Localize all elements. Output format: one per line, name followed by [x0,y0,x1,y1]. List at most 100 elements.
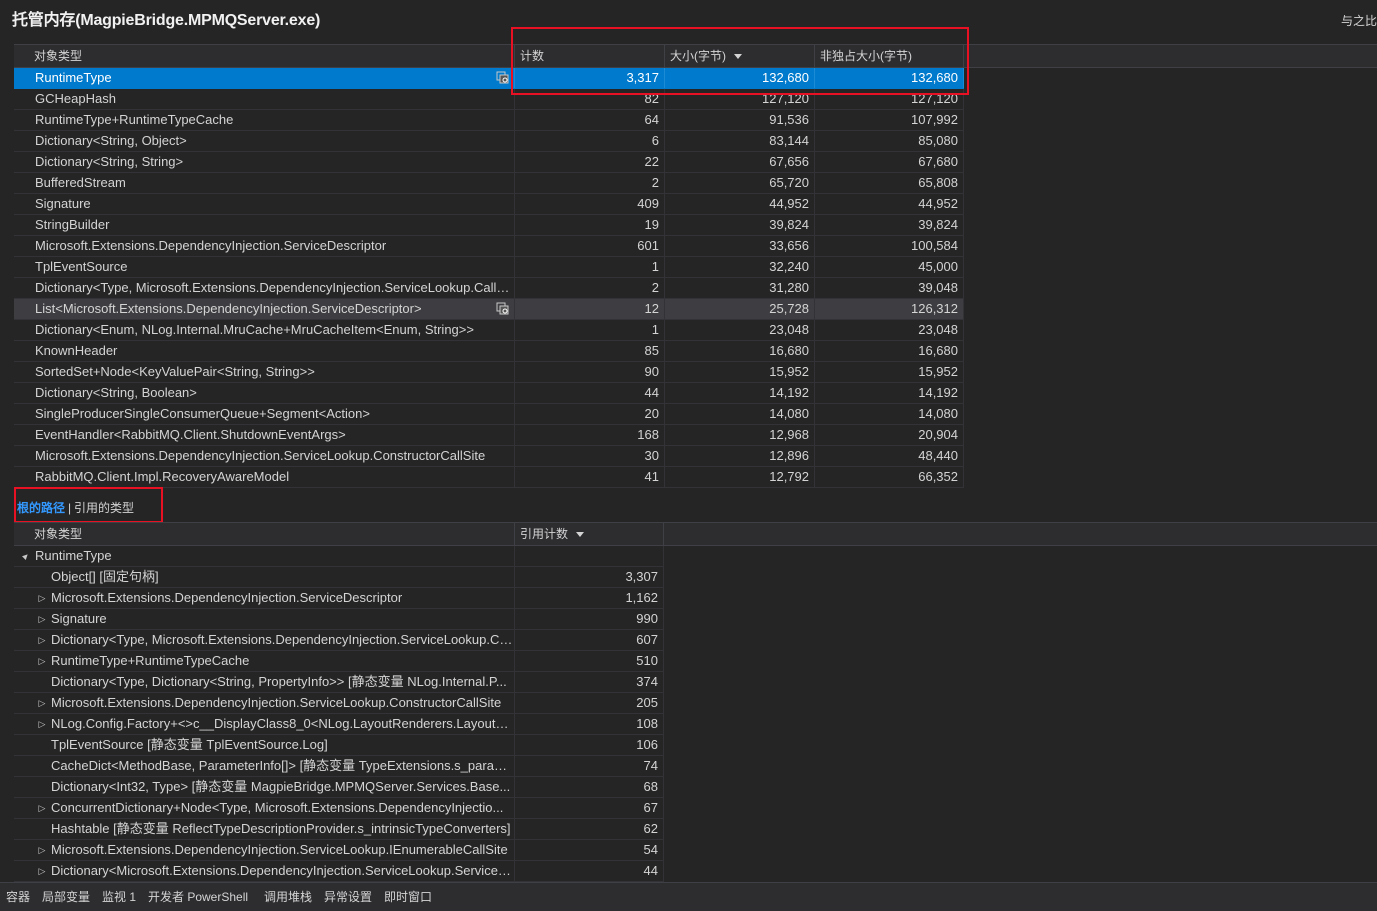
tree-row[interactable]: Hashtable [静态变量 ReflectTypeDescriptionPr… [14,819,664,840]
inclusive-size-value: 65,808 [814,173,964,193]
table-row[interactable]: BufferedStream 2 65,720 65,808 [14,173,964,194]
size-value: 44,952 [664,194,814,214]
inclusive-size-value: 132,680 [814,68,964,88]
count-value: 64 [514,110,664,130]
count-value: 2 [514,173,664,193]
table-row[interactable]: List<Microsoft.Extensions.DependencyInje… [14,299,964,320]
reference-count-value: 3,307 [514,567,664,587]
tree-row[interactable]: ▷ Microsoft.Extensions.DependencyInjectio… [14,588,664,609]
tree-row[interactable]: ▷ Dictionary<Type, Microsoft.Extensions.D… [14,630,664,651]
tree-row[interactable]: ▷ NLog.Config.Factory+<>c__DisplayClass8_… [14,714,664,735]
tree-row[interactable]: ▷ Dictionary<Microsoft.Extensions.Depende… [14,861,664,882]
size-value: 33,656 [664,236,814,256]
table-row[interactable]: SortedSet+Node<KeyValuePair<String, Stri… [14,362,964,383]
inclusive-size-value: 48,440 [814,446,964,466]
table-row[interactable]: EventHandler<RabbitMQ.Client.ShutdownEve… [14,425,964,446]
column-object-type[interactable]: 对象类型 [14,45,514,67]
reference-count-value: 607 [514,630,664,650]
instances-icon[interactable] [496,71,510,85]
inclusive-size-value: 20,904 [814,425,964,445]
tree-row[interactable]: ▲ RuntimeType [14,546,664,567]
tab-separator: | [68,501,72,515]
type-name: KnownHeader [35,343,118,358]
inclusive-size-value: 39,824 [814,215,964,235]
tool-window-tab[interactable]: 开发者 PowerShell [148,883,248,911]
reference-count-value: 108 [514,714,664,734]
inclusive-size-value: 85,080 [814,131,964,151]
type-name: BufferedStream [35,175,126,190]
table-row[interactable]: SingleProducerSingleConsumerQueue+Segmen… [14,404,964,425]
column-inclusive-size[interactable]: 非独占大小(字节) [814,45,964,67]
reference-count-value: 990 [514,609,664,629]
table-row[interactable]: KnownHeader 85 16,680 16,680 [14,341,964,362]
table-row[interactable]: GCHeapHash 82 127,120 127,120 [14,89,964,110]
compare-link[interactable]: 与之比较 [1341,12,1377,29]
tree-row[interactable]: TplEventSource [静态变量 TplEventSource.Log]… [14,735,664,756]
size-value: 32,240 [664,257,814,277]
sort-descending-icon [576,532,585,538]
reference-count-value: 205 [514,693,664,713]
size-value: 132,680 [664,68,814,88]
instances-icon[interactable] [496,302,510,316]
tree-row[interactable]: ▷ Microsoft.Extensions.DependencyInjectio… [14,693,664,714]
table-row[interactable]: TplEventSource 1 32,240 45,000 [14,257,964,278]
inclusive-size-value: 45,000 [814,257,964,277]
inclusive-size-value: 127,120 [814,89,964,109]
tab-referenced-types[interactable]: 引用的类型 [74,495,134,521]
type-name: Microsoft.Extensions.DependencyInjection… [51,590,403,605]
tree-row[interactable]: Object[] [固定句柄] 3,307 [14,567,664,588]
type-name: Hashtable [静态变量 ReflectTypeDescriptionPr… [51,821,511,836]
table-row[interactable]: Dictionary<String, String> 22 67,656 67,680 [14,152,964,173]
size-value: 12,968 [664,425,814,445]
tree-row[interactable]: ▷ Microsoft.Extensions.DependencyInjectio… [14,840,664,861]
inclusive-size-value: 126,312 [814,299,964,319]
tree-row[interactable]: ▷ RuntimeType+RuntimeTypeCache 510 [14,651,664,672]
column-count[interactable]: 计数 [514,45,664,67]
type-name: TplEventSource [35,259,128,274]
table-row[interactable]: RuntimeType 3,317 132,680 132,680 [14,68,964,89]
tree-row[interactable]: Dictionary<Int32, Type> [静态变量 MagpieBrid… [14,777,664,798]
reference-count-value: 374 [514,672,664,692]
tool-window-tab[interactable]: 监视 1 [102,883,136,911]
column-object-type-label: 对象类型 [34,49,83,63]
table-row[interactable]: Dictionary<Enum, NLog.Internal.MruCache+… [14,320,964,341]
size-value: 67,656 [664,152,814,172]
tool-window-tab[interactable]: 异常设置 [324,883,372,911]
tab-paths-to-root[interactable]: 根的路径 [17,495,65,521]
size-value: 39,824 [664,215,814,235]
type-name: EventHandler<RabbitMQ.Client.ShutdownEve… [35,427,346,442]
tool-window-tab[interactable]: 调用堆栈 [264,883,312,911]
column-reference-count[interactable]: 引用计数 [514,523,664,545]
tree-row[interactable]: ▷ Signature 990 [14,609,664,630]
count-value: 168 [514,425,664,445]
size-value: 14,080 [664,404,814,424]
column-object-type-bottom[interactable]: 对象类型 [14,523,514,545]
tree-row[interactable]: Dictionary<Type, Dictionary<String, Prop… [14,672,664,693]
tool-window-tabs: 容器 局部变量 监视 1 开发者 PowerShell 调用堆栈 异常设置 即时窗口 [0,882,1377,911]
tool-window-tab[interactable]: 容器 [6,883,30,911]
type-name: Dictionary<String, Boolean> [35,385,197,400]
tree-row[interactable]: ▷ ConcurrentDictionary+Node<Type, Microso… [14,798,664,819]
table-row[interactable]: RuntimeType+RuntimeTypeCache 64 91,536 107,… [14,110,964,131]
type-name: RuntimeType [35,70,112,85]
table-row[interactable]: Microsoft.Extensions.DependencyInjection… [14,446,964,467]
type-name: CacheDict<MethodBase, ParameterInfo[]> [… [51,758,514,773]
size-value: 12,896 [664,446,814,466]
count-value: 601 [514,236,664,256]
count-value: 1 [514,320,664,340]
table-row[interactable]: Dictionary<String, Object> 6 83,144 85,080 [14,131,964,152]
table-row[interactable]: StringBuilder 19 39,824 39,824 [14,215,964,236]
column-size[interactable]: 大小(字节) [664,45,814,67]
table-row[interactable]: Signature 409 44,952 44,952 [14,194,964,215]
column-reference-count-label: 引用计数 [520,527,569,541]
type-name: RabbitMQ.Client.Impl.RecoveryAwareModel [35,469,290,484]
tool-window-tab[interactable]: 即时窗口 [384,883,432,911]
table-row[interactable]: RabbitMQ.Client.Impl.RecoveryAwareModel 4… [14,467,964,488]
table-row[interactable]: Dictionary<Type, Microsoft.Extensions.De… [14,278,964,299]
type-name: Dictionary<Enum, NLog.Internal.MruCache+… [35,322,474,337]
tool-window-tab[interactable]: 局部变量 [42,883,90,911]
table-row[interactable]: Dictionary<String, Boolean> 44 14,192 14,19… [14,383,964,404]
page-title: 托管内存(MagpieBridge.MPMQServer.exe) [12,12,321,29]
tree-row[interactable]: CacheDict<MethodBase, ParameterInfo[]> [… [14,756,664,777]
table-row[interactable]: Microsoft.Extensions.DependencyInjection… [14,236,964,257]
